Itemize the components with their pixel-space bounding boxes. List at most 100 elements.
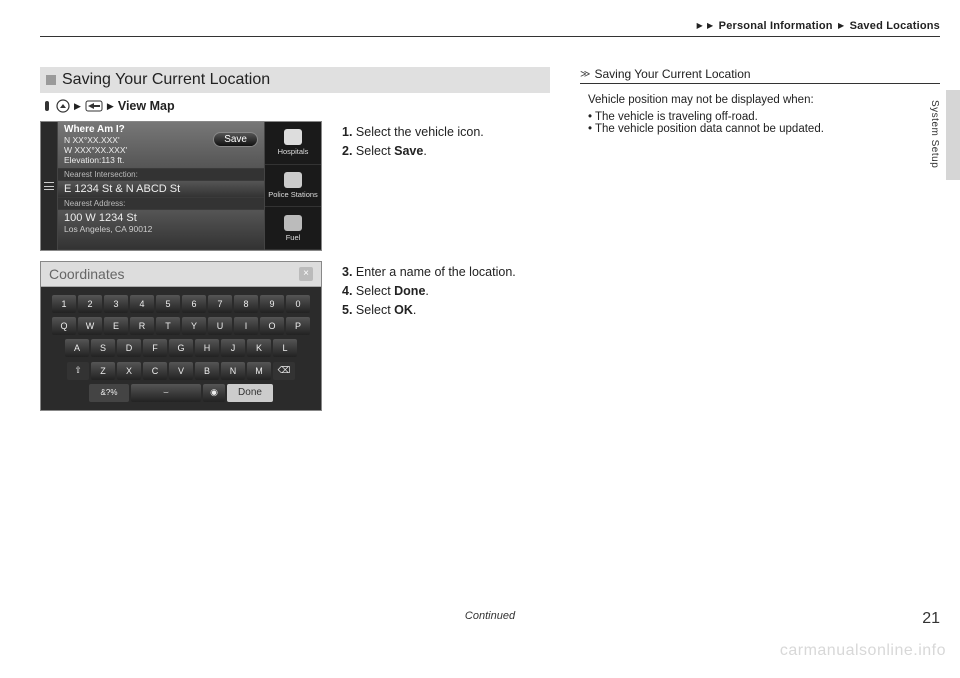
key[interactable]: A [65, 339, 89, 357]
key[interactable]: U [208, 317, 232, 335]
tip-bullet: The vehicle position data cannot be upda… [588, 123, 940, 135]
home-icon [56, 99, 70, 113]
key[interactable]: 2 [78, 295, 102, 313]
key[interactable]: 3 [104, 295, 128, 313]
section-heading-text: Saving Your Current Location [62, 71, 270, 89]
police-icon [284, 172, 302, 188]
key[interactable]: I [234, 317, 258, 335]
key[interactable]: B [195, 362, 219, 380]
tip-heading: ≫ Saving Your Current Location [580, 67, 940, 84]
section-heading: Saving Your Current Location [40, 67, 550, 93]
shift-key[interactable]: ⇧ [67, 362, 89, 380]
key[interactable]: Q [52, 317, 76, 335]
address-line-2: Los Angeles, CA 90012 [64, 224, 258, 234]
key-row: ⇧ Z X C V B N M ⌫ [43, 362, 319, 380]
address-line-1: 100 W 1234 St [64, 212, 258, 224]
key[interactable]: 4 [130, 295, 154, 313]
tips-column: ≫ Saving Your Current Location Vehicle p… [580, 67, 940, 421]
key[interactable]: 7 [208, 295, 232, 313]
header-crumb-2: Saved Locations [850, 20, 940, 32]
key[interactable]: W [78, 317, 102, 335]
key[interactable]: F [143, 339, 167, 357]
key-row: Q W E R T Y U I O P [43, 317, 319, 335]
nav-path-view-map: View Map [118, 99, 175, 113]
step-num: 1. [342, 125, 352, 139]
poi-hospitals[interactable]: Hospitals [265, 122, 321, 165]
key-row: 1 2 3 4 5 6 7 8 9 0 [43, 295, 319, 313]
key-row: A S D F G H J K L [43, 339, 319, 357]
key[interactable]: R [130, 317, 154, 335]
nearest-address[interactable]: 100 W 1234 St Los Angeles, CA 90012 [58, 210, 264, 250]
nearest-intersection-label: Nearest Intersection: [58, 169, 264, 181]
key[interactable]: N [221, 362, 245, 380]
backspace-key[interactable]: ⌫ [273, 362, 295, 380]
key[interactable]: X [117, 362, 141, 380]
triangle-icon: ▶ [707, 21, 713, 30]
screenshot-keyboard: Coordinates × 1 2 3 4 5 6 7 8 [40, 261, 322, 411]
continued-label: Continued [465, 610, 515, 622]
key[interactable]: O [260, 317, 284, 335]
step-num: 2. [342, 144, 352, 158]
page-number: 21 [922, 610, 940, 628]
key[interactable]: 0 [286, 295, 310, 313]
key[interactable]: 6 [182, 295, 206, 313]
elevation: Elevation:113 ft. [64, 155, 258, 165]
keyboard-title: Coordinates [49, 266, 125, 282]
key[interactable]: T [156, 317, 180, 335]
symbols-key[interactable]: &?% [89, 384, 129, 402]
page-footer: Continued 21 [40, 610, 940, 628]
hand-icon [42, 99, 52, 113]
key[interactable]: G [169, 339, 193, 357]
keyboard-header: Coordinates × [41, 262, 321, 287]
key[interactable]: J [221, 339, 245, 357]
key[interactable]: S [91, 339, 115, 357]
key[interactable]: Z [91, 362, 115, 380]
key[interactable]: C [143, 362, 167, 380]
watermark: carmanualsonline.info [780, 642, 946, 660]
done-key[interactable]: Done [227, 384, 273, 402]
save-button[interactable]: Save [213, 132, 258, 147]
space-key[interactable]: ⌣ [131, 384, 201, 402]
tip-heading-text: Saving Your Current Location [594, 67, 750, 81]
poi-police[interactable]: Police Stations [265, 165, 321, 208]
nav-path: ▶ ▶ View Map [40, 99, 550, 113]
key[interactable]: V [169, 362, 193, 380]
where-am-i-panel: Where Am I? N XX°XX.XXX' W XXX°XX.XXX' E… [58, 122, 264, 169]
key[interactable]: 9 [260, 295, 284, 313]
key[interactable]: M [247, 362, 271, 380]
key[interactable]: H [195, 339, 219, 357]
nearest-intersection[interactable]: E 1234 St & N ABCD St [58, 181, 264, 198]
fuel-icon [284, 215, 302, 231]
step-bold: Save [394, 144, 423, 158]
key[interactable]: K [247, 339, 271, 357]
close-icon[interactable]: × [299, 267, 313, 281]
step-bold: OK [394, 303, 413, 317]
key[interactable]: E [104, 317, 128, 335]
key[interactable]: 5 [156, 295, 180, 313]
hamburger-icon [44, 182, 54, 190]
poi-fuel[interactable]: Fuel [265, 207, 321, 250]
step-bold: Done [394, 284, 425, 298]
key[interactable]: Y [182, 317, 206, 335]
side-tab-label: System Setup [929, 100, 940, 168]
side-tab [946, 90, 960, 180]
hospital-icon [284, 129, 302, 145]
step-text: Enter a name of the location. [356, 265, 516, 279]
key[interactable]: 8 [234, 295, 258, 313]
key[interactable]: D [117, 339, 141, 357]
mic-key[interactable]: ◉ [203, 384, 225, 402]
key[interactable]: L [273, 339, 297, 357]
header-crumb-1: Personal Information [719, 20, 833, 32]
key[interactable]: 1 [52, 295, 76, 313]
step-text: Select [356, 144, 394, 158]
steps-1-2: 1. Select the vehicle icon. 2. Select Sa… [342, 121, 550, 251]
key-row: &?% ⌣ ◉ Done [43, 384, 319, 402]
tip-bullet: The vehicle is traveling off-road. [588, 111, 940, 123]
chevrons-icon: ≫ [580, 69, 588, 80]
triangle-icon: ▶ [107, 101, 114, 112]
key[interactable]: P [286, 317, 310, 335]
triangle-icon: ▶ [697, 21, 703, 30]
menu-handle[interactable] [41, 122, 58, 250]
page-header: ▶▶ Personal Information ▶ Saved Location… [40, 20, 940, 37]
step-text: Select the vehicle icon. [356, 125, 484, 139]
